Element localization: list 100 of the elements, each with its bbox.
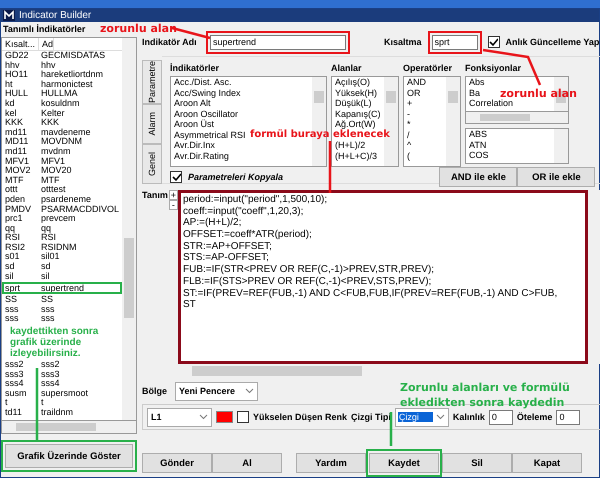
list-item[interactable]: Aroon Alt <box>174 98 211 108</box>
table-cell[interactable]: mvdnm <box>38 146 71 157</box>
table-cell[interactable]: sss2 <box>2 360 38 370</box>
table-cell[interactable]: HO11 <box>2 70 38 80</box>
scrollbar[interactable] <box>554 129 568 163</box>
scrollbar[interactable] <box>1 421 137 434</box>
table-cell[interactable]: GD22 <box>2 51 38 61</box>
table-cell[interactable]: psardeneme <box>38 194 92 204</box>
show-on-chart-button[interactable]: Grafik Üzerinde Göster <box>5 444 133 468</box>
table-cell[interactable]: PSARMACDDIVOL <box>38 204 120 214</box>
table-cell[interactable]: prc1 <box>2 214 38 224</box>
action-button[interactable]: Kapat <box>512 453 582 473</box>
table-cell[interactable]: sd <box>2 262 38 272</box>
table-cell[interactable]: HULL <box>2 89 38 99</box>
table-cell[interactable]: kosuldnm <box>38 98 80 109</box>
add-button[interactable]: AND ile ekle <box>439 167 518 187</box>
list-item[interactable]: + <box>407 98 412 108</box>
table-cell[interactable]: traildnm <box>38 408 74 418</box>
table-cell[interactable]: ht <box>2 80 38 90</box>
table-cell[interactable]: MFV1 <box>2 156 38 166</box>
table-cell[interactable]: sil <box>38 272 50 282</box>
table-cell[interactable]: otttest <box>38 185 66 195</box>
side-tab[interactable]: Alarm <box>142 104 162 144</box>
line-dropdown[interactable]: L1 <box>147 408 212 426</box>
list-item[interactable]: COS <box>469 150 489 160</box>
list-item[interactable]: / <box>407 130 410 140</box>
table-cell[interactable]: hhv <box>2 60 38 70</box>
add-button[interactable]: OR ile ekle <box>517 167 596 187</box>
table-cell[interactable]: kd <box>2 98 38 109</box>
list-item[interactable]: Avr.Dir.Inx <box>174 140 215 150</box>
list-item[interactable]: ^ <box>407 140 412 150</box>
table-cell[interactable]: sss2 <box>38 360 60 370</box>
table-cell[interactable]: sss <box>2 314 38 324</box>
table-cell[interactable]: RSI <box>2 233 38 243</box>
table-cell[interactable]: sprt <box>2 282 38 294</box>
table-cell[interactable]: md11 <box>2 146 38 157</box>
table-cell[interactable]: MFV1 <box>38 156 66 166</box>
color-swatch[interactable] <box>216 411 233 423</box>
list-item[interactable]: Aroon Oscillator <box>174 108 238 119</box>
table-cell[interactable]: susm <box>2 388 38 398</box>
column-header[interactable]: Kısalt... <box>2 38 39 50</box>
side-tab[interactable]: Genel <box>142 144 162 184</box>
list-item[interactable]: Açılış(O) <box>335 77 370 88</box>
scrollbar[interactable] <box>465 112 569 124</box>
list-item[interactable]: OR <box>407 88 420 98</box>
list-item[interactable]: * <box>407 119 411 130</box>
table-cell[interactable]: sss3 <box>38 370 60 380</box>
width-input[interactable]: 0 <box>488 410 513 424</box>
table-cell[interactable]: Kelter <box>38 108 65 118</box>
table-cell[interactable]: SS <box>2 295 38 305</box>
collapse-button[interactable]: - <box>168 200 178 210</box>
table-cell[interactable]: qq <box>2 224 38 234</box>
table-cell[interactable]: hhv <box>38 60 56 70</box>
list-item[interactable]: Acc/Swing Index <box>174 88 241 98</box>
region-dropdown[interactable]: Yeni Pencere <box>175 382 258 400</box>
table-cell[interactable]: pden <box>2 194 38 204</box>
checkbox[interactable] <box>237 411 249 423</box>
list-item[interactable]: Aroon Üst <box>174 119 214 130</box>
list-item[interactable]: Kapanış(C) <box>335 108 381 119</box>
action-button[interactable]: Yardım <box>296 453 366 473</box>
table-cell[interactable]: hareketliortdnm <box>38 70 104 80</box>
name-input[interactable]: supertrend <box>210 34 346 50</box>
table-cell[interactable]: t <box>2 398 38 408</box>
table-cell[interactable]: RSIDNM <box>38 242 76 252</box>
table-cell[interactable]: SS <box>38 295 54 305</box>
list-item[interactable]: ATN <box>469 140 486 150</box>
action-button[interactable]: Kaydet <box>369 453 439 473</box>
list-item[interactable]: (H+L)/2 <box>335 140 366 150</box>
offset-input[interactable]: 0 <box>556 410 580 424</box>
scrollbar[interactable] <box>122 38 136 420</box>
list-item[interactable]: Asymmetrical RSI <box>174 130 246 140</box>
list-item[interactable]: Abs <box>469 77 485 88</box>
list-item[interactable]: Correlation <box>469 98 514 108</box>
list-item[interactable]: Yüksek(H) <box>335 88 378 98</box>
table-cell[interactable]: sss <box>2 304 38 314</box>
table-cell[interactable]: HULLMA <box>38 89 78 99</box>
list-item[interactable]: - <box>407 108 410 119</box>
list-item[interactable]: AND <box>407 77 426 88</box>
table-cell[interactable]: RSI <box>38 233 56 243</box>
table-cell[interactable]: MOV20 <box>38 166 72 176</box>
table-cell[interactable]: qq <box>38 224 52 234</box>
expand-button[interactable]: + <box>168 190 178 200</box>
table-cell[interactable]: sss4 <box>2 379 38 389</box>
list-item[interactable]: ( <box>407 150 410 161</box>
action-button[interactable]: Al <box>212 453 282 473</box>
table-cell[interactable]: supertrend <box>38 282 84 294</box>
table-cell[interactable]: sil <box>2 272 38 282</box>
table-cell[interactable]: kel <box>2 108 38 118</box>
table-cell[interactable]: ottt <box>2 185 38 195</box>
table-cell[interactable]: MOV2 <box>2 166 38 176</box>
table-cell[interactable]: sd <box>38 262 51 272</box>
list-item[interactable]: Ağ.Ort(W) <box>335 119 376 130</box>
table-cell[interactable]: KKK <box>2 118 38 128</box>
list-item[interactable]: Avr.Dir.Rating <box>174 150 229 161</box>
abbreviation-input[interactable]: sprt <box>432 34 478 50</box>
list-item[interactable]: Ba <box>469 88 480 98</box>
line-type-dropdown[interactable]: Çizgi <box>394 408 449 426</box>
checkbox[interactable] <box>170 171 182 183</box>
table-cell[interactable]: GECMISDATAS <box>38 51 106 61</box>
table-cell[interactable]: sss <box>38 314 54 324</box>
